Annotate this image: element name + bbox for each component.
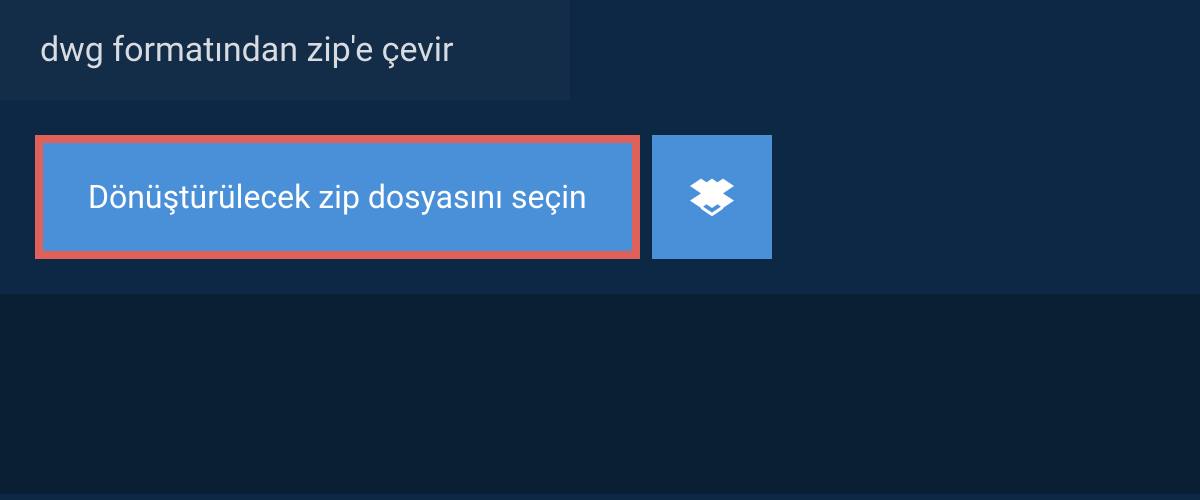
select-file-label: Dönüştürülecek zip dosyasını seçin [88, 178, 587, 216]
main-content: Dönüştürülecek zip dosyasını seçin [0, 100, 1200, 294]
footer-area [0, 294, 1200, 494]
dropbox-button[interactable] [652, 135, 772, 259]
header-bar: dwg formatından zip'e çevir [0, 0, 570, 100]
button-row: Dönüştürülecek zip dosyasını seçin [35, 135, 1165, 259]
page-title: dwg formatından zip'e çevir [40, 30, 530, 70]
select-file-button[interactable]: Dönüştürülecek zip dosyasını seçin [35, 135, 640, 259]
dropbox-icon [690, 175, 734, 219]
